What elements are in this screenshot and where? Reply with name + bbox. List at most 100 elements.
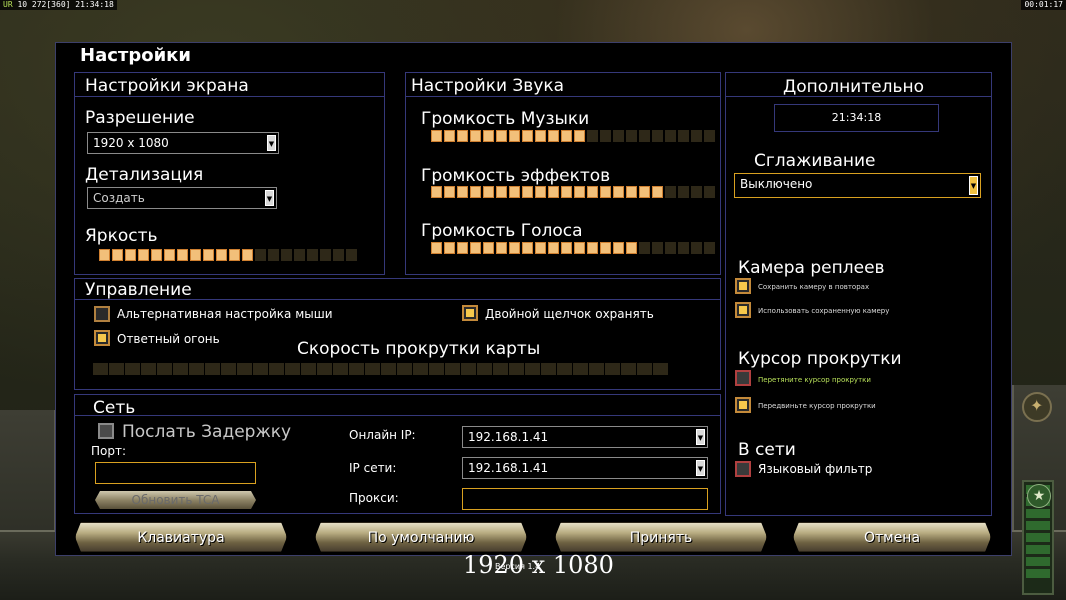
slider-segment[interactable] [525,363,540,375]
slider-segment[interactable] [589,363,604,375]
slider-segment[interactable] [509,130,520,142]
slider-segment[interactable] [365,363,380,375]
slider-segment[interactable] [229,249,240,261]
slider-segment[interactable] [253,363,268,375]
slider-segment[interactable] [483,130,494,142]
slider-segment[interactable] [522,130,533,142]
slider-segment[interactable] [317,363,332,375]
slider-segment[interactable] [470,186,481,198]
slider-segment[interactable] [457,186,468,198]
save-camera-checkbox[interactable] [735,278,751,294]
slider-segment[interactable] [138,249,149,261]
slider-segment[interactable] [125,249,136,261]
antialias-dropdown[interactable]: Выключено ▼ [734,173,981,198]
slider-segment[interactable] [691,242,702,254]
slider-segment[interactable] [574,242,585,254]
slider-segment[interactable] [301,363,316,375]
slider-segment[interactable] [665,130,676,142]
music-volume-slider[interactable] [431,130,715,142]
slider-segment[interactable] [496,130,507,142]
slider-segment[interactable] [333,363,348,375]
slider-segment[interactable] [637,363,652,375]
update-tca-button[interactable]: Обновить TCA [95,491,256,509]
use-saved-camera-checkbox[interactable] [735,302,751,318]
slider-segment[interactable] [349,363,364,375]
slider-segment[interactable] [652,242,663,254]
slider-segment[interactable] [613,242,624,254]
slider-segment[interactable] [221,363,236,375]
slider-segment[interactable] [269,363,284,375]
slider-segment[interactable] [333,249,344,261]
slider-segment[interactable] [470,242,481,254]
slider-segment[interactable] [613,186,624,198]
slider-segment[interactable] [600,130,611,142]
slider-segment[interactable] [237,363,252,375]
slider-segment[interactable] [99,249,110,261]
slider-segment[interactable] [704,130,715,142]
slider-segment[interactable] [548,186,559,198]
slider-segment[interactable] [381,363,396,375]
slider-segment[interactable] [626,186,637,198]
slider-segment[interactable] [457,130,468,142]
slider-segment[interactable] [678,186,689,198]
slider-segment[interactable] [461,363,476,375]
slider-segment[interactable] [216,249,227,261]
online-ip-dropdown[interactable]: 192.168.1.41 ▼ [462,426,708,448]
slider-segment[interactable] [141,363,156,375]
slider-segment[interactable] [704,242,715,254]
slider-segment[interactable] [413,363,428,375]
slider-segment[interactable] [397,363,412,375]
double-click-checkbox[interactable] [462,305,478,321]
slider-segment[interactable] [639,186,650,198]
slider-segment[interactable] [561,130,572,142]
slider-segment[interactable] [470,130,481,142]
slider-segment[interactable] [307,249,318,261]
slider-segment[interactable] [557,363,572,375]
slider-segment[interactable] [496,242,507,254]
chevron-down-icon[interactable]: ▼ [696,460,705,476]
slider-segment[interactable] [653,363,668,375]
slider-segment[interactable] [665,242,676,254]
slider-segment[interactable] [535,186,546,198]
slider-segment[interactable] [548,242,559,254]
lan-ip-dropdown[interactable]: 192.168.1.41 ▼ [462,457,708,479]
slider-segment[interactable] [678,242,689,254]
move-cursor-radio[interactable] [735,397,751,413]
slider-segment[interactable] [457,242,468,254]
keyboard-button[interactable]: Клавиатура [75,522,287,552]
slider-segment[interactable] [125,363,140,375]
resolution-dropdown[interactable]: 1920 x 1080 ▼ [87,132,279,154]
slider-segment[interactable] [600,186,611,198]
slider-segment[interactable] [704,186,715,198]
slider-segment[interactable] [522,186,533,198]
cancel-button[interactable]: Отмена [793,522,991,552]
slider-segment[interactable] [574,186,585,198]
chevron-down-icon[interactable]: ▼ [265,190,274,206]
slider-segment[interactable] [605,363,620,375]
scroll-speed-slider[interactable] [93,363,668,375]
slider-segment[interactable] [652,186,663,198]
slider-segment[interactable] [621,363,636,375]
slider-segment[interactable] [189,363,204,375]
slider-segment[interactable] [346,249,357,261]
slider-segment[interactable] [509,363,524,375]
alt-mouse-checkbox[interactable] [94,306,110,322]
slider-segment[interactable] [205,363,220,375]
slider-segment[interactable] [639,242,650,254]
slider-segment[interactable] [164,249,175,261]
slider-segment[interactable] [587,242,598,254]
slider-segment[interactable] [652,130,663,142]
slider-segment[interactable] [477,363,492,375]
slider-segment[interactable] [444,186,455,198]
slider-segment[interactable] [600,242,611,254]
slider-segment[interactable] [444,130,455,142]
slider-segment[interactable] [151,249,162,261]
slider-segment[interactable] [320,249,331,261]
chevron-down-icon[interactable]: ▼ [969,176,978,195]
slider-segment[interactable] [691,186,702,198]
slider-segment[interactable] [281,249,292,261]
chevron-down-icon[interactable]: ▼ [696,429,705,445]
slider-segment[interactable] [445,363,460,375]
slider-segment[interactable] [203,249,214,261]
language-filter-checkbox[interactable] [735,461,751,477]
